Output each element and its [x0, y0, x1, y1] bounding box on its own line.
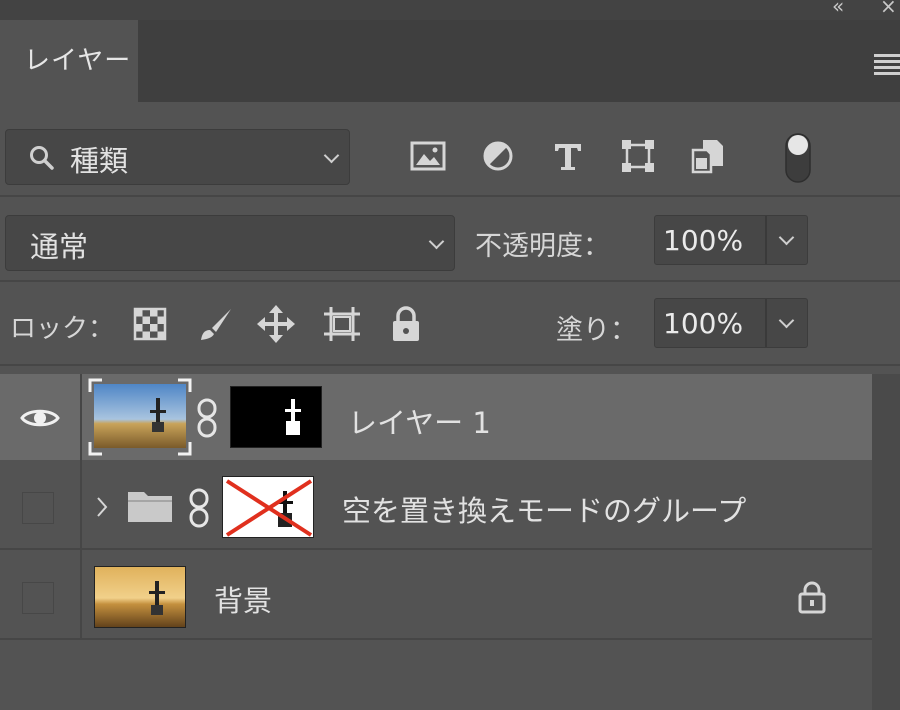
type-filter-icon[interactable] — [546, 134, 590, 178]
eye-icon[interactable] — [20, 406, 60, 430]
layers-scrollbar[interactable] — [872, 374, 900, 710]
layer-mask-thumbnail[interactable] — [230, 386, 322, 448]
layer-name[interactable]: 空を置き換えモードのグループ — [342, 488, 746, 530]
image-filter-icon[interactable] — [406, 134, 450, 178]
fill-value: 100% — [663, 307, 744, 340]
blend-mode-dropdown[interactable]: 通常 — [5, 215, 455, 271]
filter-toggle-icon[interactable] — [784, 132, 812, 184]
layer-row-background[interactable]: 背景 — [0, 550, 872, 640]
close-panel-icon[interactable]: × — [880, 0, 897, 16]
mask-link-icon[interactable] — [188, 488, 210, 528]
filter-kind-value: 種類 — [70, 144, 129, 178]
chevron-down-icon — [428, 233, 445, 250]
lock-artboard-icon[interactable] — [320, 302, 364, 346]
lock-transparent-pixels-icon[interactable] — [128, 302, 172, 346]
layer-row-sky-replacement-group[interactable]: 空を置き換えモードのグループ — [0, 460, 872, 550]
search-icon — [30, 146, 54, 170]
layer-name[interactable]: レイヤー 1 — [348, 400, 491, 442]
group-mask-thumbnail-disabled[interactable] — [222, 476, 314, 538]
opacity-input[interactable]: 100% — [654, 215, 808, 265]
mask-link-icon[interactable] — [196, 398, 218, 438]
visibility-toggle-off[interactable] — [22, 492, 54, 524]
lock-image-pixels-icon[interactable] — [194, 302, 238, 346]
selection-corners — [88, 378, 192, 456]
visibility-toggle-off[interactable] — [22, 582, 54, 614]
tab-layers[interactable]: レイヤー — [0, 20, 138, 102]
panel-top-bar: « × — [0, 0, 900, 20]
lock-label: ロック： — [10, 314, 115, 344]
fill-slider-chevron-icon[interactable] — [778, 312, 795, 329]
panel-menu-icon[interactable] — [874, 52, 900, 75]
layer-thumbnail[interactable] — [94, 566, 186, 628]
opacity-value: 100% — [663, 224, 744, 257]
lock-all-icon[interactable] — [384, 302, 428, 346]
blend-mode-value: 通常 — [30, 230, 89, 264]
lock-position-icon[interactable] — [254, 302, 298, 346]
adjustment-filter-icon[interactable] — [476, 134, 520, 178]
filter-kind-dropdown[interactable]: 種類 — [5, 129, 350, 185]
fill-input[interactable]: 100% — [654, 298, 808, 348]
layer-lock-icon[interactable] — [796, 580, 828, 614]
chevron-down-icon — [323, 147, 340, 164]
folder-icon — [128, 492, 172, 522]
layer-name[interactable]: 背景 — [214, 578, 272, 620]
expand-chevron-icon[interactable] — [96, 496, 108, 518]
smart-object-filter-icon[interactable] — [686, 134, 730, 178]
opacity-label: 不透明度： — [475, 231, 610, 262]
tab-layers-label: レイヤー — [24, 46, 132, 76]
fill-label: 塗り： — [556, 315, 637, 346]
shape-filter-icon[interactable] — [616, 134, 660, 178]
collapse-panels-icon[interactable]: « — [832, 0, 844, 16]
layer-row-layer-1[interactable]: レイヤー 1 — [0, 374, 872, 460]
opacity-slider-chevron-icon[interactable] — [778, 229, 795, 246]
